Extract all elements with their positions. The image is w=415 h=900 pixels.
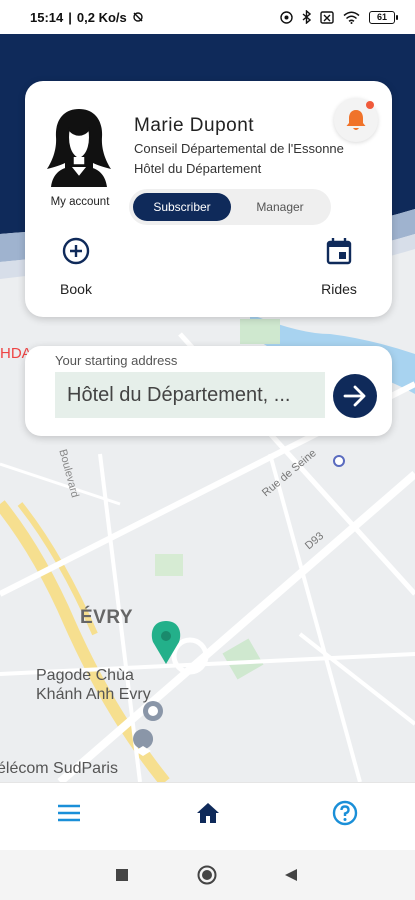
wifi-icon <box>343 11 360 24</box>
bell-icon <box>346 110 366 130</box>
calendar-icon <box>326 238 352 265</box>
go-button[interactable] <box>333 374 377 418</box>
notifications-button[interactable] <box>334 98 378 142</box>
battery-icon: 61 <box>369 10 398 24</box>
home-icon <box>197 803 219 823</box>
add-circle-icon <box>62 237 90 265</box>
role-toggle: Subscriber Manager <box>129 189 331 225</box>
status-bar: 15:14 | 0,2 Ko/s 61 <box>0 0 415 34</box>
triangle-back-icon <box>285 869 297 881</box>
book-button[interactable]: Book <box>41 237 111 297</box>
map-label-telecom: élécom SudParis <box>0 760 118 777</box>
home-button[interactable] <box>188 793 228 833</box>
my-account-link[interactable]: My account <box>39 196 121 208</box>
system-nav-bar <box>0 850 415 900</box>
recents-button[interactable] <box>115 868 129 887</box>
user-site: Hôtel du Département <box>134 161 262 176</box>
circle-icon <box>197 865 217 885</box>
avatar-woman-icon[interactable] <box>45 107 113 187</box>
address-card: Your starting address <box>25 346 392 436</box>
bottom-nav <box>0 782 415 850</box>
rides-button[interactable]: Rides <box>304 237 374 297</box>
sync-icon <box>133 12 143 22</box>
poi-pagoda-icon <box>143 701 163 721</box>
starting-address-input[interactable] <box>55 372 325 418</box>
back-button[interactable] <box>284 868 298 887</box>
square-icon <box>116 869 128 881</box>
arrow-right-icon <box>343 385 366 407</box>
nfc-icon <box>280 10 293 24</box>
bluetooth-icon <box>302 10 311 24</box>
subscriber-option[interactable]: Subscriber <box>133 193 231 221</box>
status-time: 15:14 <box>30 9 64 25</box>
map-label-pagode: Pagode Chùa Khánh Anh Evry <box>36 667 151 703</box>
help-icon <box>332 800 358 826</box>
menu-button[interactable] <box>49 793 89 833</box>
profile-card: My account Marie Dupont Conseil Départem… <box>25 81 392 317</box>
menu-icon <box>58 804 80 822</box>
notification-dot <box>366 101 374 109</box>
user-name: Marie Dupont <box>134 115 255 136</box>
map-label-evry: ÉVRY <box>80 607 134 628</box>
sim-icon <box>320 10 334 24</box>
manager-option[interactable]: Manager <box>233 193 327 221</box>
address-label: Your starting address <box>55 353 178 368</box>
help-button[interactable] <box>325 793 365 833</box>
network-speed: 0,2 Ko/s <box>76 9 127 25</box>
rides-label: Rides <box>321 281 357 297</box>
user-organization: Conseil Départemental de l'Essonne <box>134 141 344 156</box>
book-label: Book <box>60 281 92 297</box>
home-system-button[interactable] <box>197 865 217 890</box>
